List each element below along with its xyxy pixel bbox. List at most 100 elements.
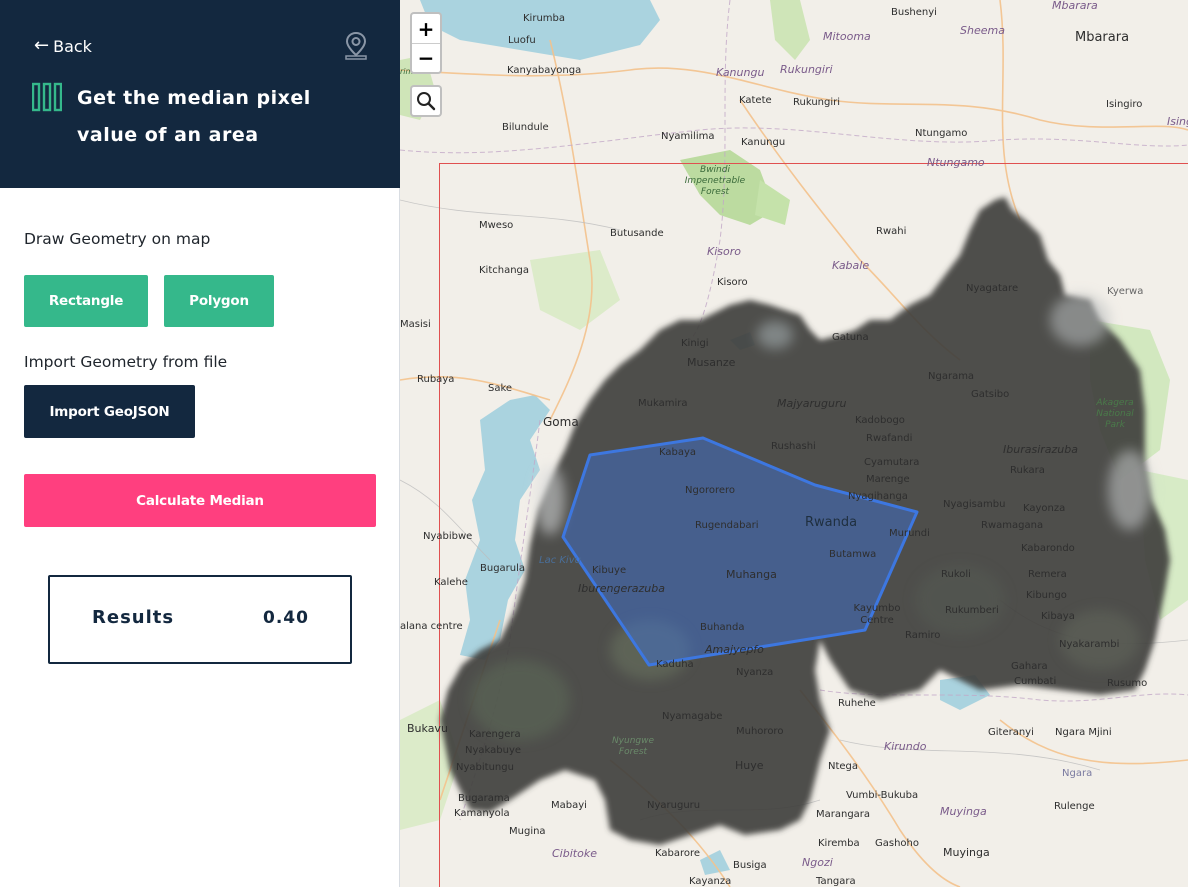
map-label: Iburengerazuba xyxy=(578,582,665,595)
map-label: Gatsibo xyxy=(971,389,1010,400)
map-label: Bugarula xyxy=(480,563,526,574)
map-label: Musanze xyxy=(687,356,736,369)
map-label: Muyinga xyxy=(943,846,990,859)
map-label: Kayonza xyxy=(1023,503,1066,514)
map-label: Kisoro xyxy=(707,245,741,258)
map-label: Kibuye xyxy=(592,565,627,576)
map-label: Kabaya xyxy=(659,447,697,458)
map-label: Nyaruguru xyxy=(647,800,701,811)
map-label: Rukungiri xyxy=(780,63,833,76)
zoom-control: + − xyxy=(410,12,442,74)
map-label: Bilundule xyxy=(502,122,549,133)
map-label: Kiremba xyxy=(818,838,860,849)
map-label: alana centre xyxy=(400,621,463,632)
sidebar-header: ← Back Get the median pixel value of an … xyxy=(0,0,400,188)
map-label: Kabarondo xyxy=(1021,543,1075,554)
map-label: Rukoli xyxy=(941,569,971,580)
map-label: Kayumbo Centre xyxy=(853,603,901,626)
map-label: Remera xyxy=(1028,569,1067,580)
map-label: Goma xyxy=(543,415,579,429)
map-search-button[interactable] xyxy=(410,85,442,117)
map[interactable]: Kirumba Bushenyi Mbarara Mbarara Luofu M… xyxy=(400,0,1188,887)
back-button[interactable]: ← Back xyxy=(34,34,92,58)
import-geojson-button[interactable]: Import GeoJSON xyxy=(24,385,195,438)
map-label: Bwindi Impenetrable Forest xyxy=(684,165,746,197)
map-label: Rukumberi xyxy=(945,605,999,616)
map-label: Mitooma xyxy=(823,30,871,43)
map-label: Busiga xyxy=(733,860,767,871)
results-value: 0.40 xyxy=(263,608,309,628)
map-label: Cumbati xyxy=(1014,676,1057,687)
map-label: Ramiro xyxy=(905,630,941,641)
map-label: Kirundo xyxy=(884,740,927,753)
map-label: Kanungu xyxy=(741,137,786,148)
page-title: Get the median pixel value of an area xyxy=(77,87,311,146)
back-label: Back xyxy=(53,36,92,56)
map-label: Rushashi xyxy=(771,441,816,452)
map-label: Ntega xyxy=(828,761,859,772)
map-label: Kalehe xyxy=(434,577,468,588)
map-label: Kaduha xyxy=(656,659,694,670)
arrow-left-icon: ← xyxy=(34,35,50,56)
map-label: Ngara Mjini xyxy=(1055,727,1112,738)
map-label: Rugendabari xyxy=(695,520,759,531)
map-label: Akagera National Park xyxy=(1096,398,1134,430)
map-label: Nyamilima xyxy=(661,131,715,142)
zoom-out-button[interactable]: − xyxy=(412,43,440,72)
import-geometry-label: Import Geometry from file xyxy=(24,353,228,371)
map-label: Cibitoke xyxy=(552,847,597,860)
map-label: Rukungiri xyxy=(793,97,841,108)
map-label: Kadobogo xyxy=(855,415,905,426)
map-label: Rwanda xyxy=(805,515,858,530)
map-label: Ngororero xyxy=(685,485,736,496)
map-label: Kitchanga xyxy=(479,265,530,276)
map-label: Kyerwa xyxy=(1107,286,1144,297)
map-label: Isinge xyxy=(1167,115,1188,128)
map-label: Nyungwe Forest xyxy=(611,736,655,757)
map-label: Karengera xyxy=(469,729,521,740)
map-label: Ngara xyxy=(1062,768,1093,779)
map-label: Gashoho xyxy=(875,838,919,849)
map-label: Murundi xyxy=(889,528,930,539)
map-label: Ngarama xyxy=(928,371,975,382)
map-pin-icon[interactable] xyxy=(342,30,370,60)
map-label: Kabarore xyxy=(655,848,701,859)
map-label: Rwamagana xyxy=(981,520,1044,531)
map-label: Butamwa xyxy=(829,549,877,560)
map-label: Huye xyxy=(735,759,764,772)
map-label: Rusumo xyxy=(1107,678,1148,689)
map-label: Kibaya xyxy=(1041,611,1075,622)
zoom-in-button[interactable]: + xyxy=(412,14,440,44)
map-label: Sheema xyxy=(960,24,1005,37)
calculate-median-button[interactable]: Calculate Median xyxy=(24,474,376,527)
results-label: Results xyxy=(92,607,175,628)
map-label: Nyanza xyxy=(736,667,774,678)
map-label: Muhororo xyxy=(736,726,784,737)
map-label: Rubaya xyxy=(417,374,455,385)
map-label: Rwafandi xyxy=(866,433,913,444)
map-label: Ruhehe xyxy=(838,698,876,709)
map-label: Bugarama xyxy=(458,793,510,804)
map-label: Nyabibwe xyxy=(423,531,473,542)
search-icon xyxy=(417,92,436,111)
rectangle-button[interactable]: Rectangle xyxy=(24,275,148,327)
map-label: Giteranyi xyxy=(988,727,1034,738)
map-label: Isingiro xyxy=(1106,99,1143,110)
map-label: Kanyabayonga xyxy=(507,65,582,76)
map-label: Kibungo xyxy=(1026,590,1067,601)
map-label: Mugina xyxy=(509,826,546,837)
map-label: Mukamira xyxy=(638,398,688,409)
map-label: Rwahi xyxy=(876,226,907,237)
results-box: Results 0.40 xyxy=(48,575,352,664)
map-label: Nyagatare xyxy=(966,283,1019,294)
polygon-button[interactable]: Polygon xyxy=(164,275,274,327)
map-label: Sake xyxy=(488,383,513,394)
map-label: Ntungamo xyxy=(927,156,985,169)
map-label: Mweso xyxy=(479,220,514,231)
map-label: Kirumba xyxy=(523,13,566,24)
map-label: Kinigi xyxy=(681,338,709,349)
map-label: Nyabitungu xyxy=(456,762,514,773)
map-label: Iburasirazuba xyxy=(1003,443,1078,456)
map-label: Majyaruguru xyxy=(777,397,847,410)
map-label: Katete xyxy=(739,95,772,106)
